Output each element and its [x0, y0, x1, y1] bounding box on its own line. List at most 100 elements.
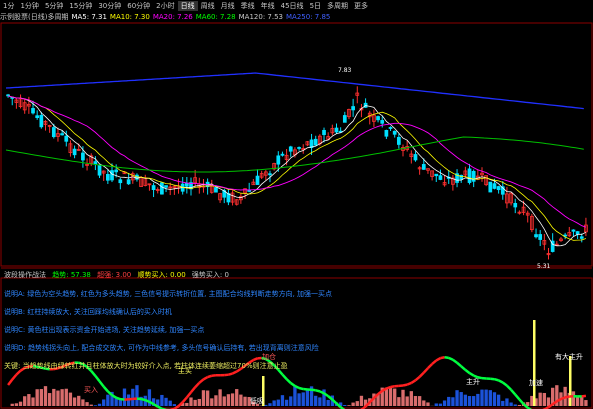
candle-body	[496, 186, 501, 191]
indicator-bar	[505, 398, 509, 406]
candle-body	[110, 170, 114, 181]
candle-body	[160, 182, 164, 195]
candle-body	[513, 203, 518, 208]
trend-line-segment	[414, 375, 421, 382]
indicator-bar	[35, 389, 39, 406]
indicator-bar	[193, 399, 197, 406]
indicator-bar	[584, 400, 588, 406]
trend-line-segment	[290, 382, 296, 388]
indicator-bar	[85, 402, 89, 406]
indicator-bar	[226, 394, 231, 406]
indicator-bar	[355, 401, 359, 406]
trend-line-segment	[294, 384, 300, 390]
candle-body	[334, 127, 339, 133]
trend-line-segment	[502, 381, 508, 387]
indicator-bar	[467, 396, 472, 406]
low-price-label: 5.31	[537, 263, 551, 270]
indicator-bar	[135, 385, 139, 406]
candle-body	[297, 147, 301, 149]
signal-buy: 买入	[84, 386, 98, 394]
indicator-bar	[447, 396, 451, 406]
indicator-trend-value: 趋势: 57.38	[52, 271, 91, 279]
trend-line-segment	[15, 369, 22, 376]
indicator-bar	[571, 391, 576, 406]
indicator-bar	[106, 394, 110, 406]
indicator-bar	[77, 395, 81, 406]
indicator-bar	[426, 402, 430, 406]
indicator-bar	[305, 388, 310, 406]
trend-line-segment	[285, 378, 292, 384]
indicator-bar	[272, 400, 276, 406]
candle-body	[342, 115, 347, 123]
candle-body	[384, 129, 389, 137]
ma250-line	[5, 72, 584, 110]
indicator-bar	[393, 388, 397, 406]
indicator-bar	[185, 402, 189, 406]
indicator-bar	[52, 388, 56, 406]
indicator-bar	[31, 397, 35, 406]
indicator-bar	[442, 400, 447, 406]
candle-body	[72, 148, 77, 156]
indicator-bar	[451, 397, 455, 406]
trend-line-segment	[185, 391, 192, 399]
trend-line-segment	[510, 388, 517, 396]
trend-line-segment	[198, 378, 205, 384]
indicator-bar	[264, 404, 268, 406]
indicator-bar	[14, 403, 19, 406]
candle-body	[31, 108, 35, 114]
indicator-bar	[205, 390, 210, 406]
indicator-bar	[488, 390, 492, 406]
indicator-bar	[351, 402, 355, 406]
indicator-note-key: 关键: 当趋势线由绿转红并且柱体放大时为较好介入点, 若柱体连续萎缩超过70%则…	[4, 362, 288, 370]
indicator-bar	[64, 388, 68, 406]
signal-big-rise: 有大主升	[555, 353, 583, 361]
trend-line-segment	[410, 379, 417, 384]
indicator-bar	[218, 389, 222, 406]
indicator-spike	[569, 356, 572, 406]
indicator-bar	[359, 395, 364, 406]
signal-accel: 加速	[529, 379, 543, 387]
indicator-bar	[297, 393, 301, 406]
candle-body	[396, 136, 401, 145]
trend-line-segment	[422, 367, 429, 374]
trend-line-segment	[207, 374, 213, 379]
candle-body	[276, 155, 281, 165]
indicator-bar	[388, 386, 393, 406]
candle-body	[105, 173, 110, 181]
candle-body	[488, 181, 493, 193]
trend-line-segment	[444, 355, 449, 360]
indicator-bar	[517, 404, 522, 406]
indicator-bar	[189, 397, 193, 406]
candle-body	[413, 154, 418, 161]
signal-add: 加仓	[262, 353, 276, 361]
indicator-bar	[276, 399, 280, 406]
indicator-bar	[97, 403, 102, 406]
trend-line-segment	[464, 368, 471, 375]
ma5-line	[7, 95, 587, 247]
candle-body	[376, 116, 380, 121]
indicator-bar	[280, 395, 285, 406]
indicator-bar	[301, 392, 305, 406]
trend-line-segment	[427, 363, 433, 370]
trend-line-segment	[385, 385, 391, 390]
trend-line-segment	[468, 372, 475, 377]
indicator-bar	[68, 392, 73, 406]
signal-main-buy: 主买	[178, 367, 192, 375]
trend-line-segment	[315, 389, 321, 393]
indicator-title-row: 波段操作战法 趋势: 57.38 超强: 3.00 顺势买入: 0.00 强势买…	[4, 270, 233, 280]
candle-body	[35, 115, 40, 118]
indicator-bar	[546, 397, 551, 406]
indicator-bar	[413, 396, 418, 406]
candle-body	[255, 175, 260, 185]
candle-body	[97, 165, 102, 176]
trend-line-segment	[402, 383, 408, 387]
indicator-note-a: 说明A: 绿色为空头趋势, 红色为多头趋势, 三色信号提示转折位置, 主图配合均…	[4, 290, 333, 298]
trend-line-segment	[94, 375, 101, 383]
indicator-bar	[122, 388, 127, 406]
indicator-buy-value: 强势买入: 0	[191, 271, 229, 279]
trend-line-segment	[252, 357, 258, 362]
candle-body	[114, 169, 119, 173]
trend-line-segment	[498, 379, 504, 384]
candle-body	[467, 168, 472, 183]
indicator-bar	[580, 396, 584, 406]
